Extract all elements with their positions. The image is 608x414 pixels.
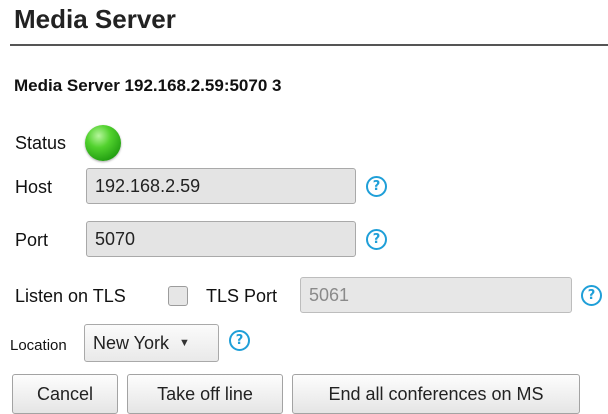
server-subtitle: Media Server 192.168.2.59:5070 3	[14, 76, 282, 95]
cancel-button[interactable]: Cancel	[12, 374, 118, 414]
location-select[interactable]: New York ▼	[84, 324, 219, 362]
listen-on-tls-checkbox[interactable]	[168, 286, 188, 306]
status-label: Status	[15, 133, 67, 153]
status-online-indicator-icon	[85, 125, 121, 161]
chevron-down-icon: ▼	[179, 337, 190, 349]
page-title: Media Server	[14, 4, 176, 34]
port-input[interactable]: 5070	[86, 221, 356, 257]
listen-on-tls-label: Listen on TLS	[15, 286, 126, 306]
host-label: Host	[15, 177, 53, 197]
title-divider	[10, 44, 608, 46]
tls-port-input[interactable]: 5061	[300, 277, 572, 313]
tls-port-help-icon[interactable]: ?	[581, 285, 602, 306]
take-off-line-button[interactable]: Take off line	[127, 374, 283, 414]
tls-port-label: TLS Port	[206, 286, 278, 306]
host-input[interactable]: 192.168.2.59	[86, 168, 356, 204]
end-all-conferences-button[interactable]: End all conferences on MS	[292, 374, 580, 414]
host-help-icon[interactable]: ?	[366, 176, 387, 197]
port-help-icon[interactable]: ?	[366, 229, 387, 250]
location-label: Location	[10, 337, 67, 354]
location-selected-value: New York	[93, 332, 170, 353]
location-help-icon[interactable]: ?	[229, 330, 250, 351]
port-label: Port	[15, 230, 49, 250]
